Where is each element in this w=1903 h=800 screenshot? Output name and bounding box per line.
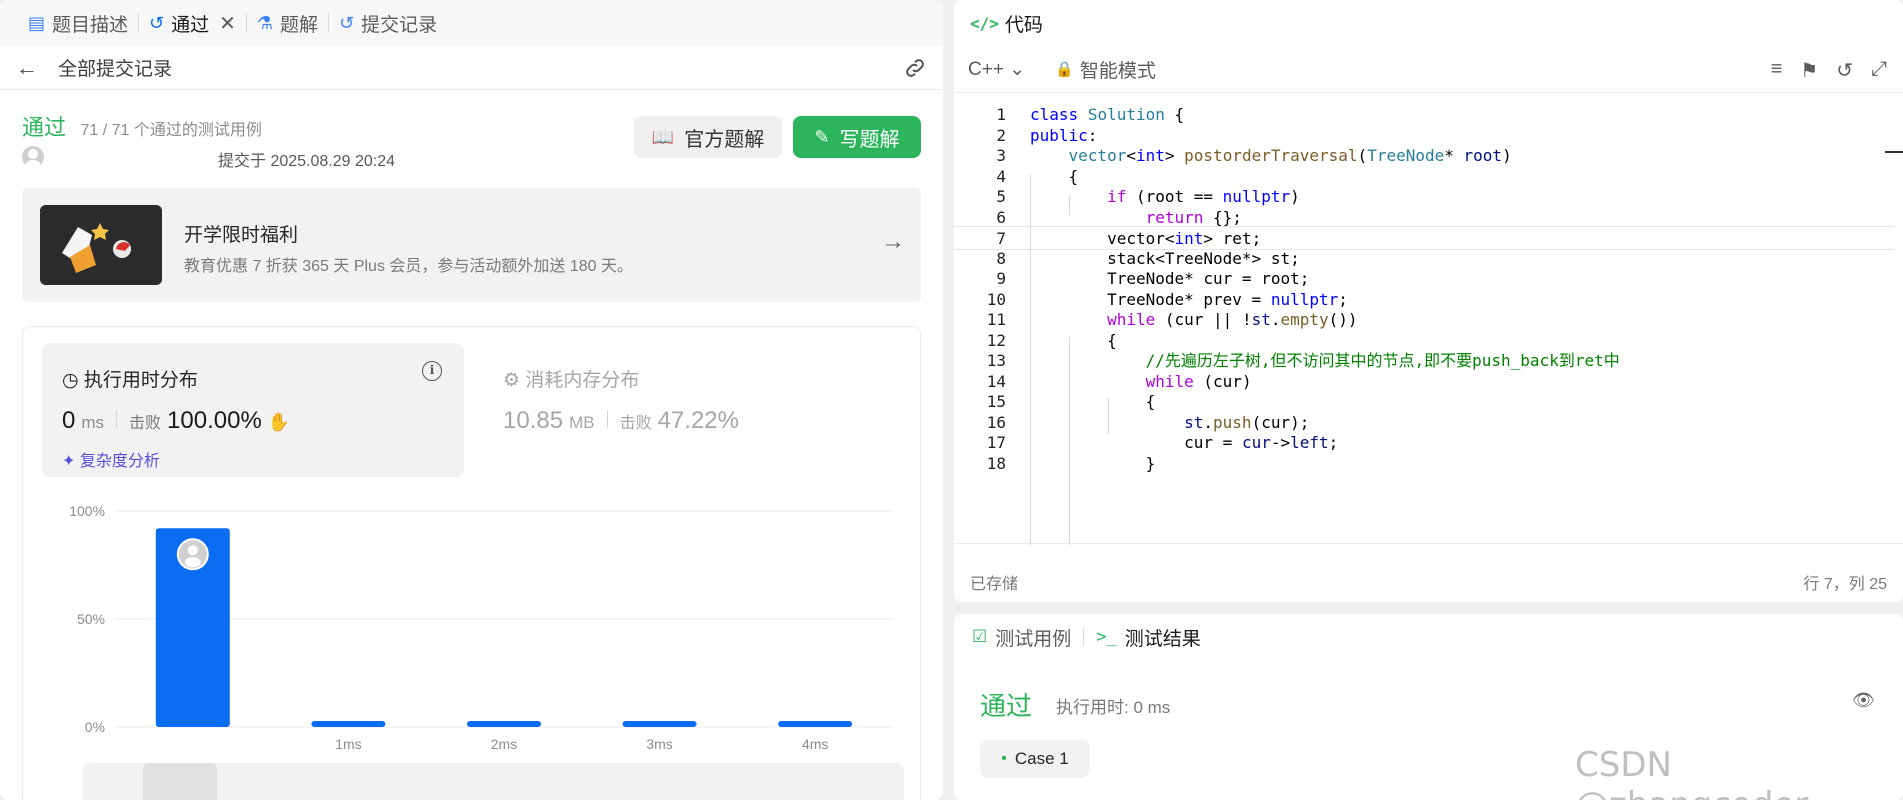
flask-icon: ⚗ — [256, 12, 274, 33]
y-tick-label: 50% — [77, 611, 105, 627]
x-tick-label: 3ms — [646, 736, 672, 752]
tab-description[interactable]: ▤ 题目描述 — [18, 0, 138, 46]
runtime-distribution-chart: 0% 50% 100% 1ms 2ms 3ms 4ms — [69, 503, 893, 752]
promo-image — [40, 205, 162, 285]
result-tabbar: ☑ 测试用例 >_ 测试结果 — [954, 614, 1903, 660]
submission-subbar: ← 全部提交记录 — [0, 46, 943, 90]
code-icon: </> — [970, 13, 999, 33]
runtime-value-row: 0 ms 击败 100.00% ✋ — [62, 407, 290, 435]
tab-test-result[interactable]: 测试结果 — [1125, 624, 1201, 651]
tab-submissions[interactable]: ↺ 提交记录 — [329, 0, 447, 46]
code-header: </> 代码 — [954, 0, 1903, 46]
memory-value-row: 10.85 MB 击败 47.22% — [503, 407, 739, 435]
back-arrow-icon[interactable]: ← — [16, 55, 38, 81]
memory-value: 10.85 — [503, 407, 564, 434]
x-tick-label: 1ms — [335, 736, 361, 752]
chart-range-slider[interactable] — [83, 763, 904, 800]
bar — [311, 721, 386, 727]
slider-thumb[interactable] — [143, 763, 217, 800]
book-icon: 📖 — [651, 126, 675, 147]
complexity-analysis-link[interactable]: ✦ 复杂度分析 — [62, 447, 160, 471]
y-tick-label: 100% — [69, 503, 105, 519]
edit-icon: ✎ — [814, 126, 830, 147]
x-tick-label: 4ms — [802, 736, 828, 752]
submit-time: 提交于 2025.08.29 20:24 — [218, 153, 396, 170]
runtime-title: ◷ 执行用时分布 — [62, 370, 198, 391]
tab-divider — [1083, 628, 1085, 646]
info-icon[interactable]: i — [422, 361, 442, 381]
lock-icon: 🔒 — [1055, 61, 1074, 78]
bar — [778, 721, 853, 727]
scroll-marker — [1885, 151, 1903, 153]
tab-testcase[interactable]: 测试用例 — [995, 624, 1071, 651]
bookmark-icon[interactable]: ⚑ — [1800, 58, 1818, 83]
promo-banner[interactable]: 开学限时福利 教育优惠 7 折获 365 天 Plus 会员，参与活动额外加送 … — [22, 188, 921, 302]
all-submissions-link[interactable]: 全部提交记录 — [58, 54, 172, 81]
divider — [116, 410, 118, 428]
format-icon[interactable]: ≡ — [1771, 58, 1783, 83]
testcase-count: 71 / 71 个通过的测试用例 — [80, 122, 262, 139]
editor-tools: ≡ ⚑ ↺ ⤢ — [1771, 58, 1887, 83]
saved-status: 已存储 — [970, 576, 1019, 593]
status-row: 通过 71 / 71 个通过的测试用例 — [22, 110, 262, 142]
checkbox-icon: ☑ — [972, 627, 988, 646]
runtime-beat: 100.00% — [167, 407, 262, 434]
close-icon[interactable]: ✕ — [219, 11, 236, 36]
y-tick-label: 0% — [85, 719, 105, 735]
smart-mode-toggle[interactable]: 智能模式 — [1080, 56, 1156, 83]
beat-label: 击败 — [619, 415, 652, 432]
result-runtime: 执行用时: 0 ms — [1056, 698, 1171, 717]
submission-panel: ▤ 题目描述 ↺ 通过 ✕ ⚗ 题解 ↺ 提交记录 ← 全部提交记录 通过 71… — [0, 0, 943, 800]
memory-title[interactable]: ⚙ 消耗内存分布 — [503, 365, 639, 392]
x-tick-label: 2ms — [491, 736, 517, 752]
language-select[interactable]: C++ ⌄ — [968, 58, 1025, 81]
promo-title: 开学限时福利 — [184, 225, 299, 246]
terminal-icon: >_ — [1096, 627, 1117, 647]
reset-icon[interactable]: ↺ — [1836, 58, 1853, 83]
case-tab[interactable]: • Case 1 — [980, 740, 1090, 778]
code-toolbar: C++ ⌄ 🔒 智能模式 ≡ ⚑ ↺ ⤢ — [954, 46, 1903, 92]
watermark: CSDN @zhangcoder — [1575, 745, 1808, 800]
tab-accepted[interactable]: ↺ 通过 ✕ — [139, 0, 246, 46]
clock-icon: ◷ — [62, 370, 79, 391]
write-solution-button[interactable]: ✎ 写题解 — [793, 116, 921, 158]
avatar-body — [184, 557, 201, 568]
beat-label: 击败 — [129, 415, 162, 432]
result-status: 通过 — [980, 691, 1033, 721]
avatar-head — [187, 545, 198, 556]
link-icon[interactable] — [903, 56, 927, 86]
code-line: 18 } — [986, 454, 1156, 473]
code-editor[interactable]: 1 class Solution { 2 public: 3 vector<int>… — [954, 92, 1903, 545]
chevron-down-icon: ⌄ — [1009, 58, 1026, 80]
history-icon: ↺ — [149, 12, 165, 33]
bar — [622, 721, 697, 727]
history-icon: ↺ — [339, 12, 355, 33]
memory-unit: MB — [569, 413, 595, 432]
memory-beat: 47.22% — [657, 407, 739, 434]
runtime-summary[interactable]: ◷ 执行用时分布 i 0 ms 击败 100.00% ✋ ✦ 复杂度分析 — [42, 343, 464, 477]
eye-icon[interactable]: 👁 — [1852, 690, 1875, 711]
expand-icon[interactable]: ⤢ — [1871, 58, 1887, 83]
clap-icon: ✋ — [267, 412, 291, 432]
code-panel: </> 代码 C++ ⌄ 🔒 智能模式 ≡ ⚑ ↺ ⤢ 1 class Solut… — [954, 0, 1903, 602]
avatar[interactable] — [22, 146, 44, 168]
distribution-card: ◷ 执行用时分布 i 0 ms 击败 100.00% ✋ ✦ 复杂度分析 ⚙ 消… — [22, 326, 921, 800]
tab-solutions[interactable]: ⚗ 题解 — [247, 0, 328, 46]
code-title: 代码 — [1004, 14, 1043, 36]
divider — [606, 410, 608, 428]
runtime-unit: ms — [81, 413, 105, 432]
bar — [467, 721, 541, 727]
left-tabbar: ▤ 题目描述 ↺ 通过 ✕ ⚗ 题解 ↺ 提交记录 — [0, 0, 943, 46]
document-icon: ▤ — [28, 12, 46, 33]
runtime-value: 0 — [62, 407, 76, 434]
chip-icon: ⚙ — [503, 370, 521, 391]
status-accepted: 通过 — [22, 115, 67, 140]
official-solution-button[interactable]: 📖 官方题解 — [634, 116, 782, 158]
promo-description: 教育优惠 7 折获 365 天 Plus 会员，参与活动额外加送 180 天。 — [184, 258, 633, 275]
sparkle-icon: ✦ — [62, 453, 76, 470]
arrow-right-icon[interactable]: → — [881, 228, 905, 256]
cursor-position: 行 7，列 25 — [1803, 576, 1887, 593]
pass-dot-icon: • — [1001, 750, 1007, 767]
